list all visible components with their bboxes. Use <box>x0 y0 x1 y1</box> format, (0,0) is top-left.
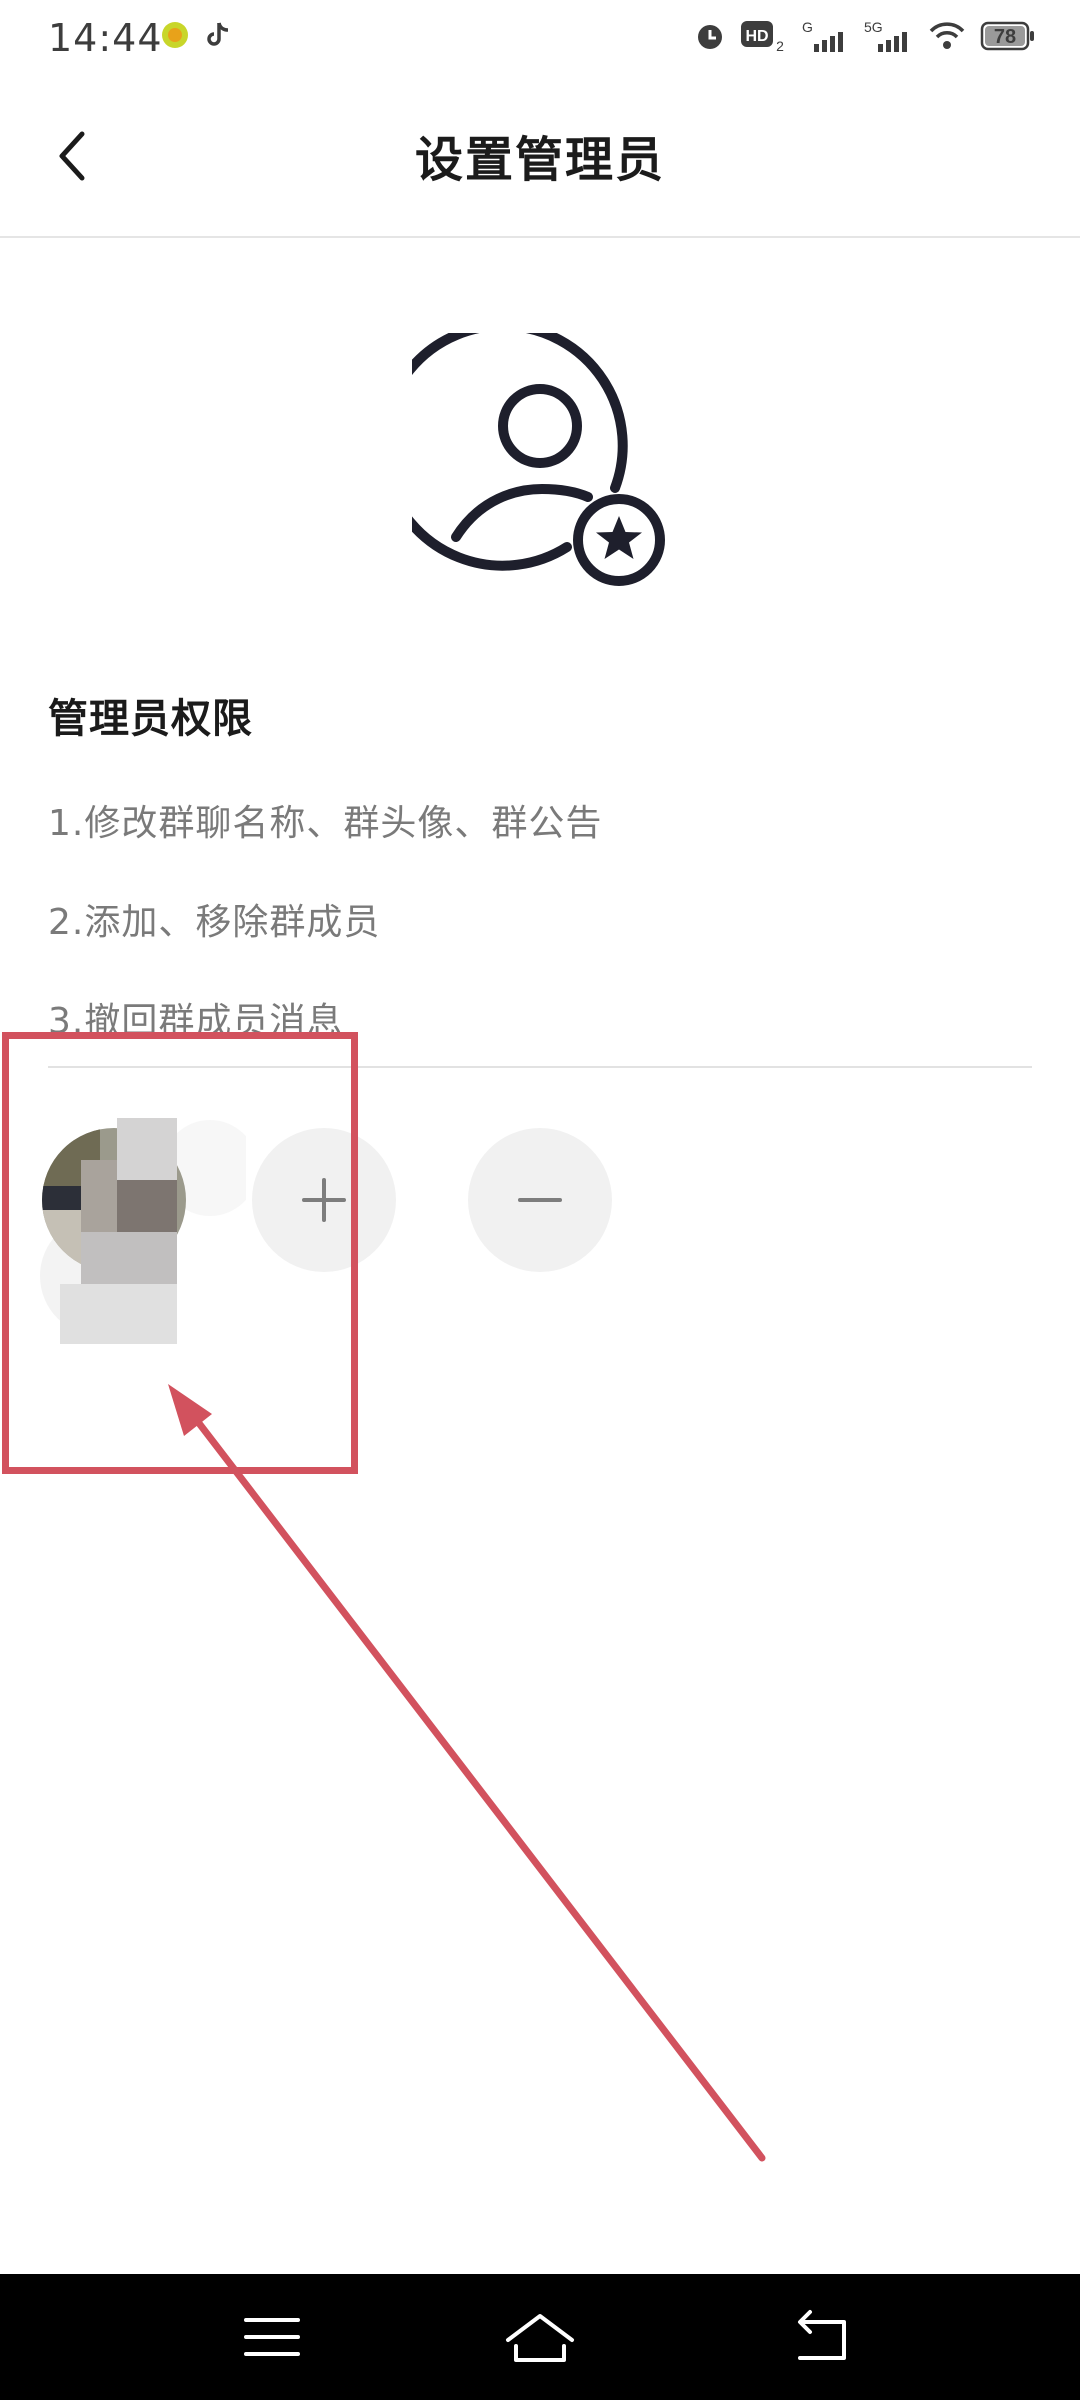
header: 设置管理员 <box>0 80 1080 238</box>
status-bar: 14:44 HD 2 G 5G 78 <box>0 0 1080 80</box>
permissions-title: 管理员权限 <box>48 696 253 742</box>
svg-text:G: G <box>802 19 813 35</box>
wifi-icon <box>929 22 965 49</box>
minus-icon <box>518 1198 562 1202</box>
tiktok-icon <box>207 22 229 46</box>
svg-text:HD: HD <box>745 28 768 45</box>
system-nav-bar <box>0 2274 1080 2400</box>
system-status-icons: HD 2 G 5G 78 <box>694 18 1036 54</box>
notification-icons <box>160 20 232 50</box>
hd-icon: HD 2 <box>741 21 784 53</box>
annotation-highlight-box <box>2 1032 358 1474</box>
signal-5g-icon: 5G <box>864 19 907 52</box>
permission-item: 1.修改群聊名称、群头像、群公告 <box>48 803 603 844</box>
remove-admin-button[interactable] <box>468 1128 612 1272</box>
admin-user-star-icon <box>412 333 665 586</box>
permission-item: 2.添加、移除群成员 <box>48 902 381 943</box>
status-time: 14:44 <box>48 16 163 60</box>
svg-text:2: 2 <box>776 38 784 53</box>
nav-back-icon[interactable] <box>782 2304 862 2370</box>
set-admin-screen: 14:44 HD 2 G 5G 78 设置管理员 管理员权限 1.修改群聊名称、… <box>0 0 1080 2400</box>
battery-icon: 78 <box>980 21 1034 51</box>
app-notification-icon <box>162 22 188 48</box>
permission-item: 3.撤回群成员消息 <box>48 1001 344 1032</box>
alarm-icon <box>698 25 722 49</box>
home-icon[interactable] <box>500 2304 580 2370</box>
page-title: 设置管理员 <box>414 132 665 188</box>
menu-icon[interactable] <box>232 2304 312 2370</box>
svg-text:5G: 5G <box>864 19 883 35</box>
signal-g-icon: G <box>802 19 843 52</box>
svg-text:78: 78 <box>994 26 1016 48</box>
